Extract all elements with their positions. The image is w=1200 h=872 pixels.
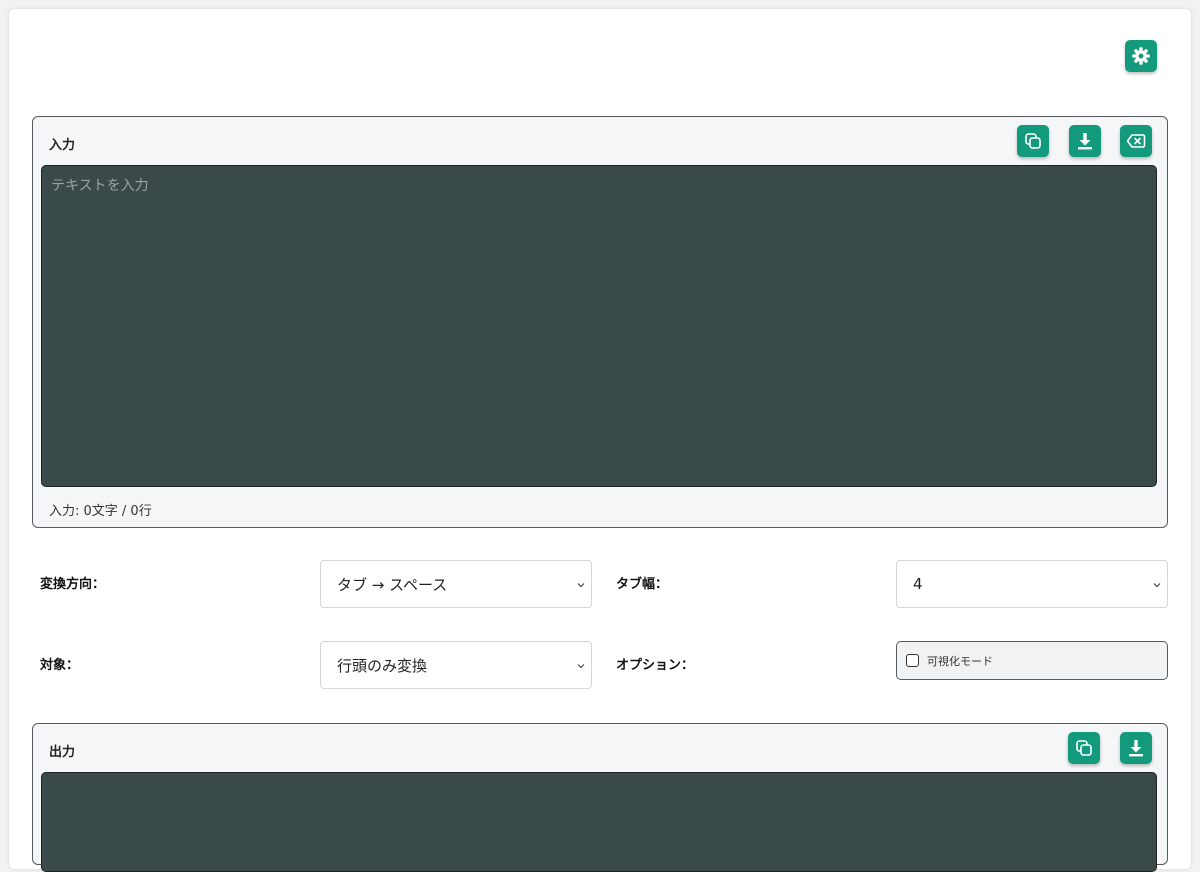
tab-width-label: タブ幅： bbox=[616, 577, 669, 592]
output-textarea[interactable] bbox=[41, 772, 1157, 872]
target-select-value: 行頭のみ変換 bbox=[337, 656, 428, 675]
target-select[interactable]: 行頭のみ変換 bbox=[320, 641, 592, 689]
input-download-button[interactable] bbox=[1069, 125, 1101, 157]
option-label: オプション： bbox=[616, 658, 695, 673]
tab-width-select-value: 4 bbox=[913, 575, 923, 593]
download-icon bbox=[1127, 739, 1145, 757]
visualize-label: 可視化モード bbox=[927, 654, 993, 668]
input-counter: 入力: 0文字 / 0行 bbox=[49, 504, 152, 519]
output-panel-title: 出力 bbox=[49, 745, 76, 760]
direction-select[interactable]: タブ → スペース bbox=[320, 560, 592, 608]
target-label: 対象： bbox=[40, 658, 80, 673]
gear-icon bbox=[1131, 46, 1151, 66]
visualize-option: 可視化モード bbox=[896, 641, 1168, 680]
input-clear-button[interactable] bbox=[1120, 125, 1152, 157]
chevron-down-icon bbox=[575, 577, 587, 595]
output-panel: 出力 bbox=[32, 723, 1168, 872]
copy-icon bbox=[1075, 739, 1093, 757]
input-panel-title: 入力 bbox=[49, 138, 76, 153]
direction-select-value: タブ → スペース bbox=[337, 575, 448, 594]
input-copy-button[interactable] bbox=[1017, 125, 1049, 157]
settings-button[interactable] bbox=[1125, 40, 1157, 72]
output-copy-button[interactable] bbox=[1068, 732, 1100, 764]
chevron-down-icon bbox=[1151, 577, 1163, 595]
visualize-checkbox[interactable] bbox=[906, 654, 919, 667]
direction-label: 変換方向： bbox=[40, 577, 106, 592]
input-textarea[interactable] bbox=[41, 165, 1157, 487]
input-panel: 入力 入力: 0文字 / 0行 bbox=[32, 116, 1168, 528]
copy-icon bbox=[1024, 132, 1042, 150]
download-icon bbox=[1076, 132, 1094, 150]
backspace-icon bbox=[1126, 133, 1146, 149]
tab-width-select[interactable]: 4 bbox=[896, 560, 1168, 608]
output-download-button[interactable] bbox=[1120, 732, 1152, 764]
chevron-down-icon bbox=[575, 658, 587, 676]
